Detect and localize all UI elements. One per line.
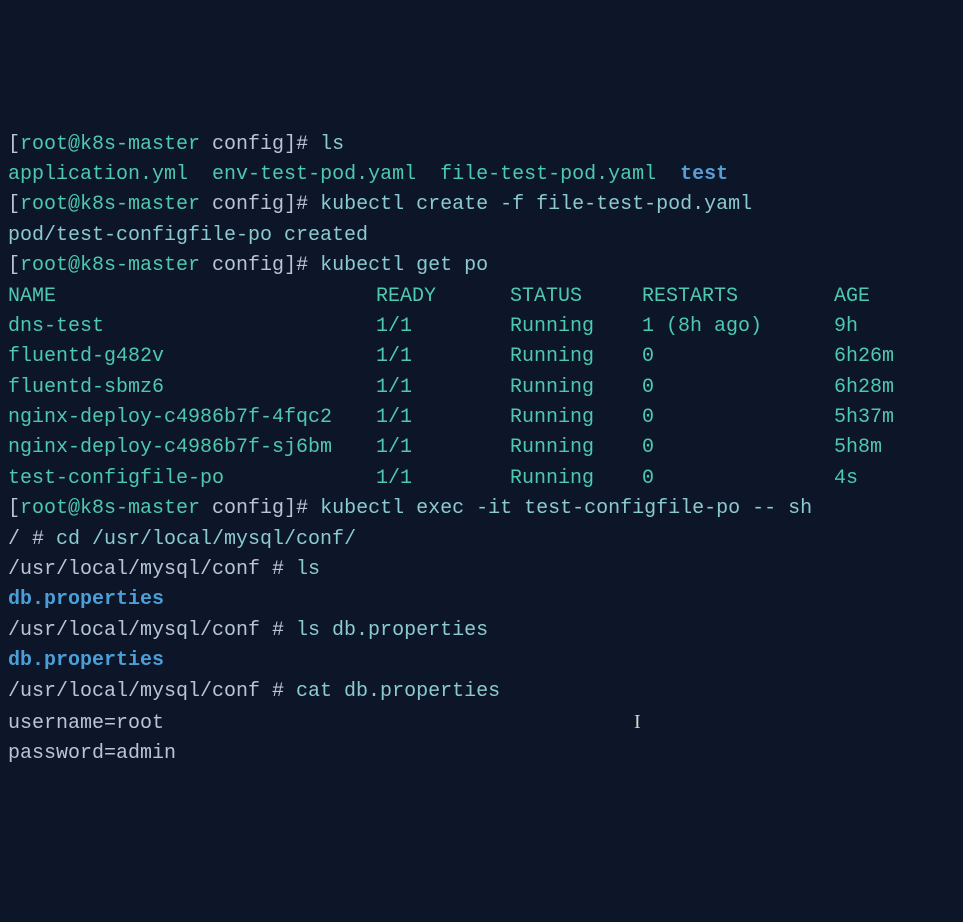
col-name-header: NAME [8,282,376,312]
pod-restarts: 0 [642,433,834,463]
pod-ready: 1/1 [376,342,510,372]
shell-line: /usr/local/mysql/conf # ls [8,558,320,581]
pod-ready: 1/1 [376,464,510,494]
bracket: [ [8,497,20,520]
command-text: cat db.properties [296,680,500,703]
shell-prompt: /usr/local/mysql/conf # [8,619,296,642]
pod-age: 4s [834,464,858,494]
pod-restarts: 0 [642,464,834,494]
command-text: ls db.properties [296,619,488,642]
ls-file-output: db.properties [8,588,164,611]
table-row: fluentd-sbmz61/1Running06h28m [8,376,894,399]
user-host: root@k8s-master [20,193,200,216]
prompt-line-2: [root@k8s-master config]# kubectl create… [8,193,752,216]
cwd: config [200,133,284,156]
shell-line: / # cd /usr/local/mysql/conf/ [8,528,356,551]
table-row: fluentd-g482v1/1Running06h26m [8,345,894,368]
user-host: root@k8s-master [20,133,200,156]
col-status-header: STATUS [510,282,642,312]
pod-age: 9h [834,312,858,342]
col-age-header: AGE [834,282,870,312]
command-text: kubectl exec -it test-configfile-po -- s… [320,497,812,520]
pod-status: Running [510,433,642,463]
text-cursor-icon: I [634,711,641,733]
cwd: config [200,254,284,277]
cat-output-line: username=root [8,712,164,735]
command-text: kubectl get po [320,254,488,277]
prompt-line-1: [root@k8s-master config]# ls [8,133,344,156]
ls-output: application.yml env-test-pod.yaml file-t… [8,163,728,186]
col-restarts-header: RESTARTS [642,282,834,312]
pod-ready: 1/1 [376,312,510,342]
file-name: env-test-pod.yaml [212,163,440,186]
command-text: ls [320,133,344,156]
pod-name: nginx-deploy-c4986b7f-4fqc2 [8,403,376,433]
pod-name: fluentd-sbmz6 [8,373,376,403]
pod-ready: 1/1 [376,373,510,403]
pod-restarts: 1 (8h ago) [642,312,834,342]
bracket: ]# [284,193,320,216]
pod-ready: 1/1 [376,403,510,433]
pod-status: Running [510,373,642,403]
pod-status: Running [510,312,642,342]
table-header: NAMEREADYSTATUSRESTARTSAGE [8,285,870,308]
cat-output-line: password=admin [8,742,176,765]
pod-restarts: 0 [642,373,834,403]
pod-name: dns-test [8,312,376,342]
pod-status: Running [510,464,642,494]
shell-prompt: / # [8,528,56,551]
bracket: [ [8,193,20,216]
bracket: ]# [284,497,320,520]
bracket: ]# [284,254,320,277]
cwd: config [200,193,284,216]
command-text: cd /usr/local/mysql/conf/ [56,528,356,551]
pod-status: Running [510,403,642,433]
pod-ready: 1/1 [376,433,510,463]
user-host: root@k8s-master [20,497,200,520]
shell-prompt: /usr/local/mysql/conf # [8,558,296,581]
command-text: kubectl create -f file-test-pod.yaml [320,193,752,216]
pod-age: 5h8m [834,433,882,463]
create-output: pod/test-configfile-po created [8,224,368,247]
shell-prompt: /usr/local/mysql/conf # [8,680,296,703]
user-host: root@k8s-master [20,254,200,277]
file-name: application.yml [8,163,212,186]
pod-age: 5h37m [834,403,894,433]
bracket: ]# [284,133,320,156]
ls-file-output: db.properties [8,649,164,672]
pod-restarts: 0 [642,403,834,433]
command-text: ls [296,558,320,581]
pod-age: 6h26m [834,342,894,372]
col-ready-header: READY [376,282,510,312]
cwd: config [200,497,284,520]
bracket: [ [8,254,20,277]
file-name: file-test-pod.yaml [440,163,680,186]
table-row: test-configfile-po1/1Running04s [8,467,858,490]
table-row: nginx-deploy-c4986b7f-4fqc21/1Running05h… [8,406,894,429]
pod-status: Running [510,342,642,372]
table-row: dns-test1/1Running1 (8h ago)9h [8,315,858,338]
terminal[interactable]: [root@k8s-master config]# ls application… [8,130,955,770]
shell-line: /usr/local/mysql/conf # cat db.propertie… [8,680,500,703]
dir-name: test [680,163,728,186]
prompt-line-3: [root@k8s-master config]# kubectl get po [8,254,488,277]
pod-name: test-configfile-po [8,464,376,494]
shell-line: /usr/local/mysql/conf # ls db.properties [8,619,488,642]
pod-name: fluentd-g482v [8,342,376,372]
pod-restarts: 0 [642,342,834,372]
bracket: [ [8,133,20,156]
table-row: nginx-deploy-c4986b7f-sj6bm1/1Running05h… [8,436,882,459]
pod-age: 6h28m [834,373,894,403]
prompt-line-4: [root@k8s-master config]# kubectl exec -… [8,497,812,520]
pod-name: nginx-deploy-c4986b7f-sj6bm [8,433,376,463]
